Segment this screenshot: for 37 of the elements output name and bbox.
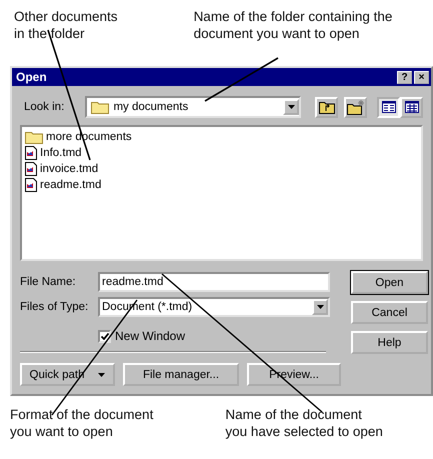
- dialog-button[interactable]: Cancel: [351, 301, 428, 324]
- toolbar-button[interactable]: [400, 96, 423, 118]
- caret-icon: [98, 372, 106, 376]
- file-name-field[interactable]: readme.tmd: [98, 272, 330, 292]
- new-folder-icon: [346, 100, 364, 114]
- document-icon: [25, 162, 37, 176]
- callout-text: Name of the folder containing the document you want to open: [194, 8, 392, 43]
- list-view-icon: [382, 101, 396, 113]
- help-title-button[interactable]: ?: [397, 70, 412, 84]
- checkmark-icon: [100, 332, 108, 340]
- document-icon: [25, 178, 37, 192]
- caret-icon: [288, 105, 294, 109]
- dialog-button[interactable]: Help: [351, 331, 428, 354]
- file-item[interactable]: readme.tmd: [25, 177, 418, 193]
- folder-up-icon: [318, 100, 334, 114]
- toolbar-button[interactable]: [344, 96, 367, 118]
- close-button[interactable]: ×: [414, 70, 429, 84]
- dialog-button[interactable]: Open: [351, 271, 428, 294]
- folder-icon: [91, 100, 110, 114]
- file-item[interactable]: invoice.tmd: [25, 161, 418, 177]
- new-window-checkbox[interactable]: New Window: [98, 329, 341, 343]
- callout-text: Other documents in the folder: [14, 8, 118, 43]
- caret-icon: [316, 304, 324, 308]
- look-in-label: Look in:: [24, 101, 66, 113]
- file-type-label: Files of Type:: [20, 300, 90, 312]
- look-in-dropdown[interactable]: my documents: [85, 96, 301, 118]
- callout-text: Name of the document you have selected to open: [225, 406, 383, 441]
- window-title: Open: [16, 70, 48, 84]
- details-view-icon: [404, 101, 418, 113]
- file-item[interactable]: Info.tmd: [25, 145, 418, 161]
- folder-icon: [25, 130, 43, 144]
- callout-text: Format of the document you want to open: [10, 406, 154, 441]
- file-name-label: File Name:: [20, 276, 77, 288]
- toolbar-button[interactable]: [377, 96, 400, 118]
- toolbar-button[interactable]: [315, 96, 338, 118]
- document-icon: [25, 146, 37, 160]
- dialog-button[interactable]: File manager...: [123, 363, 239, 386]
